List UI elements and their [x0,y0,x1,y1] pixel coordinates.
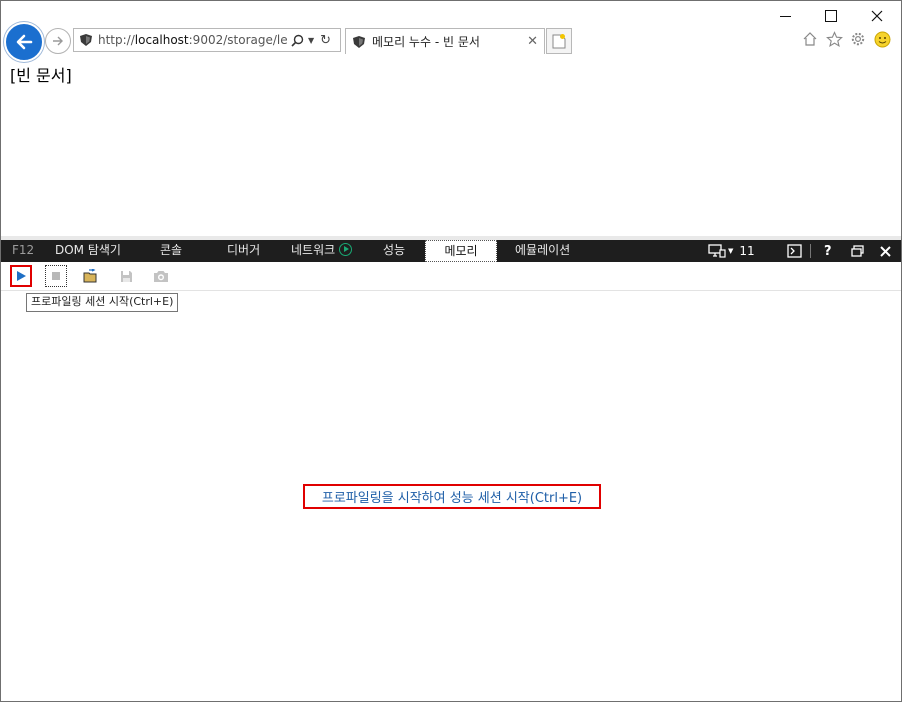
url-host: localhost [134,33,189,47]
tab-dom-explorer[interactable]: DOM 탐색기 [55,240,121,262]
undock-icon [851,245,864,257]
smiley-icon [874,31,890,47]
favorites-button[interactable] [825,30,843,48]
new-tab-button[interactable] [546,28,572,54]
memory-toolbar [1,262,901,291]
minimize-button[interactable] [762,4,808,28]
play-icon [17,271,26,281]
console-icon [787,244,802,258]
chevron-down-icon: ▼ [728,247,734,255]
tab-emulation[interactable]: 에뮬레이션 [515,240,570,262]
gear-icon [851,32,865,46]
home-button[interactable] [801,30,819,48]
tab-memory[interactable]: 메모리 [425,240,497,262]
play-circle-icon [339,243,353,256]
tab-debugger[interactable]: 디버거 [227,240,260,262]
url-scheme: http:// [98,33,135,47]
tab-network[interactable]: 네트워크 [291,240,353,262]
devtools-close-button[interactable] [880,240,891,262]
back-button[interactable] [4,22,44,62]
dropdown-arrow-icon[interactable]: ▼ [308,36,314,45]
tab-performance[interactable]: 성능 [383,240,405,262]
console-toggle-button[interactable] [787,240,802,262]
help-icon: ? [824,243,832,259]
address-text: http://localhost:9002/storage/lectu [98,33,288,47]
feedback-button[interactable] [873,30,891,48]
start-profiling-link[interactable]: 프로파일링을 시작하여 성능 세션 시작(Ctrl+E) [303,484,601,509]
camera-icon [154,270,168,282]
star-icon [825,30,843,47]
browser-tab[interactable]: 메모리 누수 - 빈 문서 ✕ [345,28,545,54]
folder-open-icon [83,269,97,283]
maximize-button[interactable] [808,4,854,28]
tab-close-icon[interactable]: ✕ [527,34,538,49]
save-icon [120,270,132,282]
start-profiling-button[interactable] [10,265,32,287]
close-window-button[interactable] [854,4,900,28]
arrow-right-icon [53,36,63,46]
browser-toolbar-icons [801,30,891,48]
help-button[interactable]: ? [824,240,832,262]
forward-button[interactable] [45,28,71,54]
export-profile-button[interactable] [115,265,137,287]
document-text: [빈 문서] [10,66,72,85]
close-icon [871,10,883,22]
document-mode-value: 11 [739,244,755,258]
tab-title: 메모리 누수 - 빈 문서 [372,35,480,49]
site-shield-icon [80,34,92,46]
stop-icon [52,272,60,280]
import-profile-button[interactable] [80,265,102,287]
toolbar-separator [810,240,811,262]
undock-button[interactable] [851,240,864,262]
maximize-icon [825,10,837,22]
start-profiling-tooltip: 프로파일링 세션 시작(Ctrl+E) [26,293,179,312]
tab-network-label: 네트워크 [291,243,336,257]
minimize-icon [779,15,791,17]
devtools-tab-bar: F12 DOM 탐색기 콘솔 디버거 네트워크 성능 메모리 에뮬레이션 ▼ 1… [1,240,901,262]
stop-profiling-button[interactable] [45,265,67,287]
home-icon [803,32,817,46]
tab-console[interactable]: 콘솔 [160,240,182,262]
arrow-left-icon [16,34,33,50]
address-bar[interactable]: http://localhost:9002/storage/lectu ▼ ↻ [73,28,341,52]
document-mode-selector[interactable]: ▼ 11 [708,240,755,262]
close-icon [880,245,891,257]
take-snapshot-button[interactable] [150,265,172,287]
search-icon[interactable] [291,34,304,47]
devtools-f12-label: F12 [12,243,35,257]
settings-button[interactable] [849,30,867,48]
refresh-icon[interactable]: ↻ [320,33,331,48]
monitor-icon [708,244,726,258]
tab-shield-icon [353,35,365,48]
browser-window [0,0,902,702]
new-tab-icon [552,34,566,49]
url-path: :9002/storage/lectu [188,33,288,47]
